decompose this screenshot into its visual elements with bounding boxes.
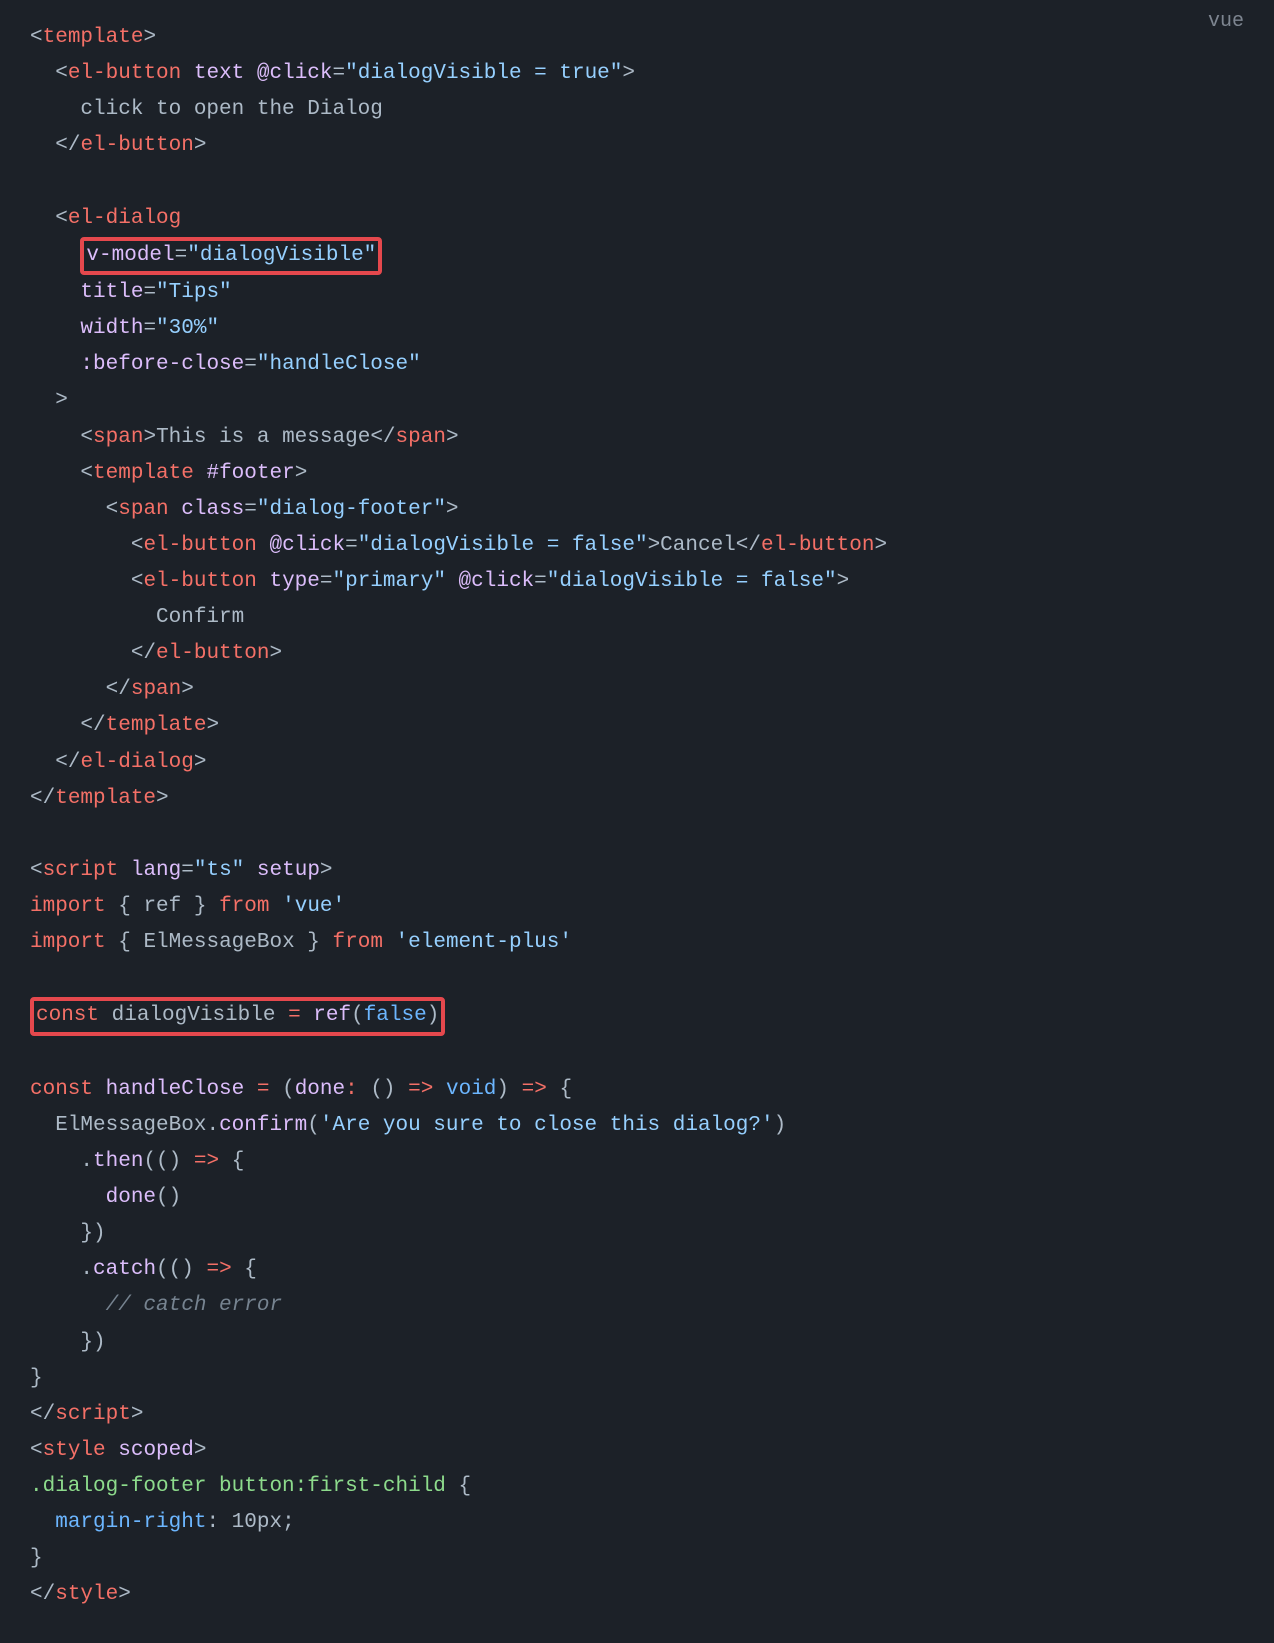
code-content: <template> <el-button text @click="dialo… bbox=[0, 20, 1274, 1613]
highlight-v-model: v-model="dialogVisible" bbox=[80, 237, 382, 275]
code-block: vue <template> <el-button text @click="d… bbox=[0, 0, 1274, 1643]
highlight-const-dialogvisible: const dialogVisible = ref(false) bbox=[30, 997, 445, 1035]
language-tag: vue bbox=[1208, 10, 1244, 33]
